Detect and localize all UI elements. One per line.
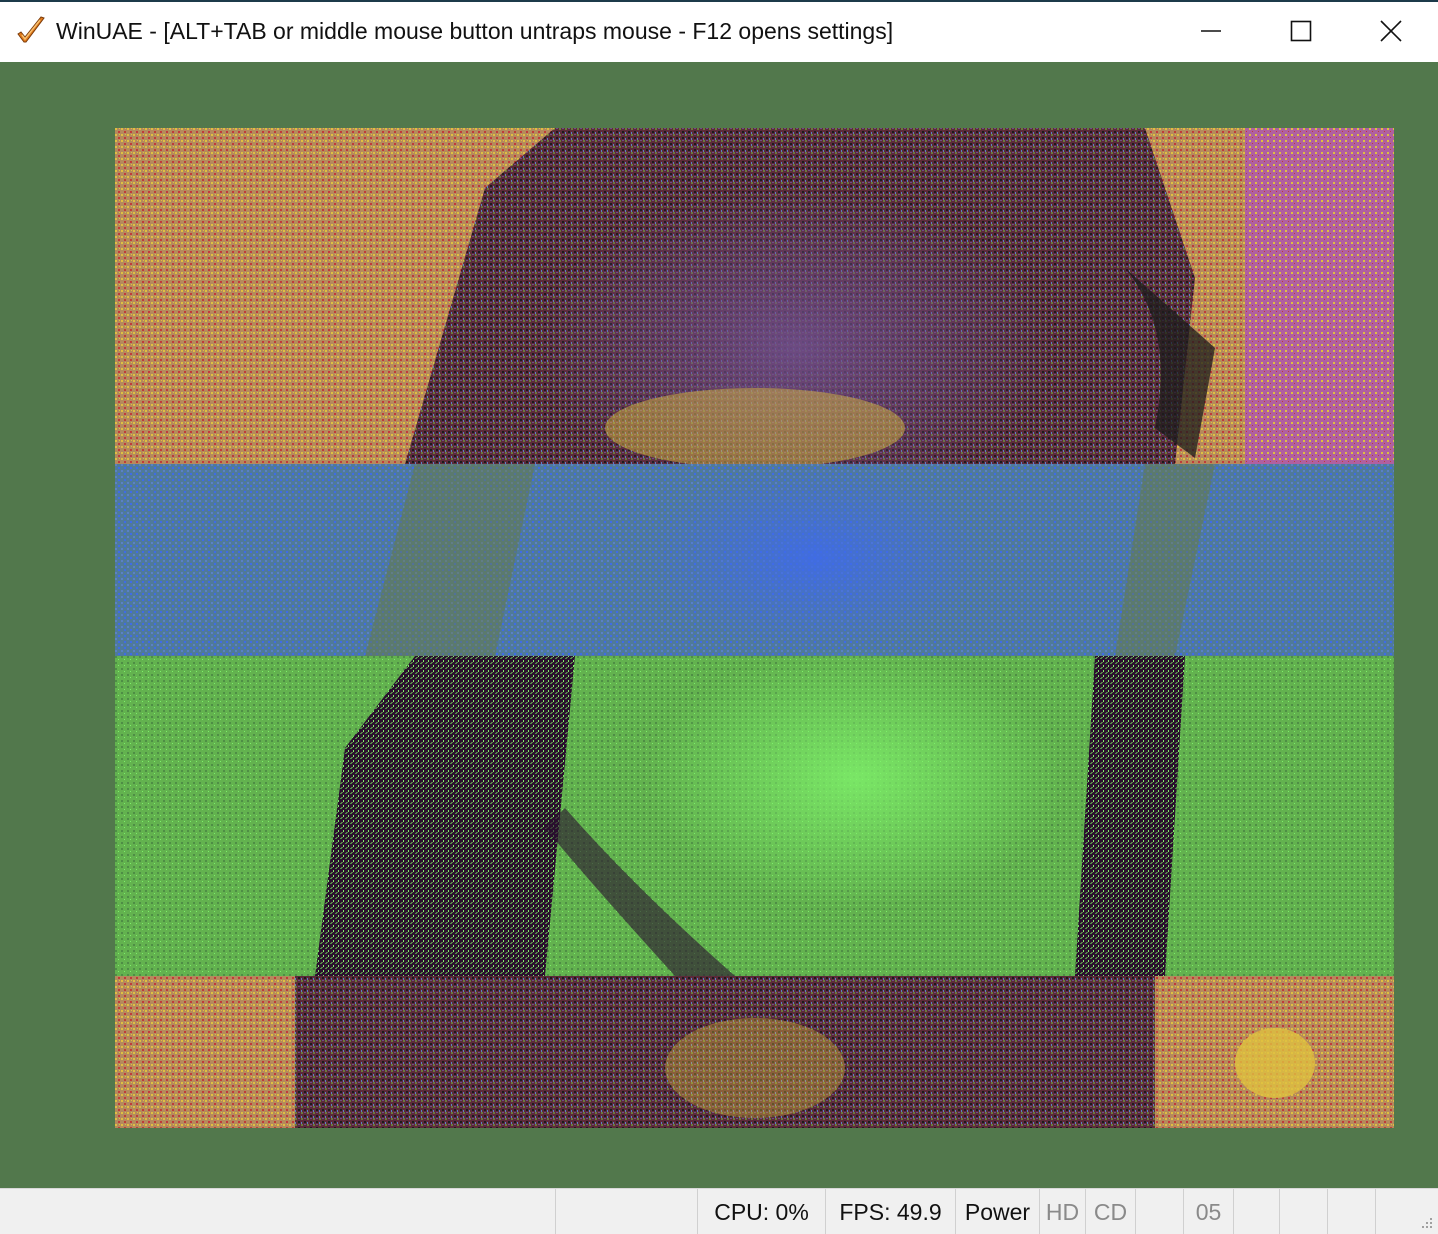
minimize-icon <box>1201 30 1221 32</box>
floppy-drive-slot <box>1233 1189 1279 1234</box>
power-led: Power <box>955 1189 1039 1234</box>
emulated-amiga-screen[interactable] <box>115 128 1394 1128</box>
cpu-usage: CPU: 0% <box>697 1189 825 1234</box>
winuae-window: WinUAE - [ALT+TAB or middle mouse button… <box>0 0 1438 1234</box>
status-empty-cell <box>555 1189 697 1234</box>
bottom-yellow-highlight <box>1235 1028 1315 1098</box>
blue-band-face-glow <box>645 463 985 653</box>
top-cheek-highlight <box>605 388 905 468</box>
emulator-display-area[interactable] <box>0 62 1438 1188</box>
fps-counter: FPS: 49.9 <box>825 1189 955 1234</box>
resize-grip-icon[interactable] <box>1420 1216 1434 1230</box>
green-band-face-glow <box>645 648 1065 908</box>
status-empty-cell <box>1135 1189 1183 1234</box>
close-icon <box>1380 20 1402 42</box>
floppy-drive-slot <box>1279 1189 1327 1234</box>
hd-led: HD <box>1039 1189 1085 1234</box>
floppy-drive-slot <box>1327 1189 1375 1234</box>
maximize-icon <box>1290 20 1312 42</box>
close-button[interactable] <box>1346 2 1436 60</box>
title-bar[interactable]: WinUAE - [ALT+TAB or middle mouse button… <box>0 2 1438 62</box>
cd-led: CD <box>1085 1189 1135 1234</box>
window-title: WinUAE - [ALT+TAB or middle mouse button… <box>56 18 894 44</box>
status-bar: CPU: 0% FPS: 49.9 Power HD CD 05 <box>0 1188 1438 1234</box>
minimize-button[interactable] <box>1166 2 1256 60</box>
maximize-button[interactable] <box>1256 2 1346 60</box>
winuae-checkmark-icon <box>17 16 45 43</box>
bottom-center-glow <box>665 1018 845 1118</box>
floppy-drive-track: 05 <box>1183 1189 1233 1234</box>
top-right-pink-area <box>1245 128 1394 464</box>
